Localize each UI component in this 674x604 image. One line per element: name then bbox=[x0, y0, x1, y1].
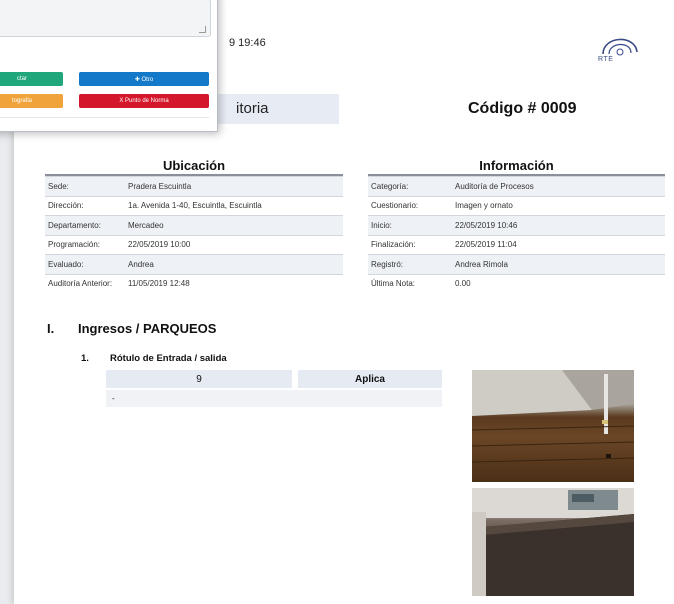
item-number: 1. bbox=[81, 353, 89, 364]
row-label: Última Nota: bbox=[368, 273, 452, 293]
row-value: Auditoría de Procesos bbox=[452, 176, 665, 196]
item-title: Rótulo de Entrada / salida bbox=[110, 353, 227, 364]
row-label: Inicio: bbox=[368, 215, 452, 235]
status-cell: Aplica bbox=[298, 370, 442, 388]
punto-de-norma-button[interactable]: X Punto de Norma bbox=[79, 94, 209, 108]
row-label: Cuestionario: bbox=[368, 195, 452, 216]
row-value: Mercadeo bbox=[125, 215, 343, 235]
table-row: Auditoría Anterior: 11/05/2019 12:48 bbox=[45, 273, 343, 293]
row-value: 0.00 bbox=[452, 273, 665, 293]
overlay-dialog[interactable]: ctar ✚ Otro tografia X Punto de Norma bbox=[0, 0, 218, 132]
table-row: Categoría: Auditoría de Procesos bbox=[368, 176, 665, 196]
table-row: Registró: Andrea Rimola bbox=[368, 254, 665, 274]
report-timestamp: 9 19:46 bbox=[229, 37, 266, 49]
logo-text: RTE bbox=[598, 56, 614, 63]
table-row: Departamento: Mercadeo bbox=[45, 215, 343, 235]
row-value: Imagen y ornato bbox=[452, 195, 665, 216]
row-value: Pradera Escuintla bbox=[125, 176, 343, 196]
comment-textarea[interactable] bbox=[0, 0, 211, 37]
row-label: Departamento: bbox=[45, 215, 125, 235]
row-label: Sede: bbox=[45, 176, 125, 196]
otro-button[interactable]: ✚ Otro bbox=[79, 72, 209, 86]
report-code: Código # 0009 bbox=[468, 100, 577, 117]
table-row: Inicio: 22/05/2019 10:46 bbox=[368, 215, 665, 235]
resize-grip-icon[interactable] bbox=[199, 26, 206, 33]
row-label: Dirección: bbox=[45, 195, 125, 216]
table-row: Sede: Pradera Escuintla bbox=[45, 176, 343, 196]
table-row: Programación: 22/05/2019 10:00 bbox=[45, 234, 343, 255]
section-title: Ingresos / PARQUEOS bbox=[78, 321, 217, 336]
table-row: Finalización: 22/05/2019 11:04 bbox=[368, 234, 665, 255]
informacion-table: Categoría: Auditoría de Procesos Cuestion… bbox=[368, 176, 665, 293]
desk-photo bbox=[472, 488, 634, 596]
row-value: 22/05/2019 11:04 bbox=[452, 234, 665, 255]
informacion-heading: Información bbox=[479, 158, 554, 173]
dialog-footer bbox=[0, 117, 209, 124]
row-label: Evaluado: bbox=[45, 254, 125, 274]
row-value: 11/05/2019 12:48 bbox=[125, 273, 343, 293]
table-row: Evaluado: Andrea bbox=[45, 254, 343, 274]
row-label: Programación: bbox=[45, 234, 125, 255]
observation-cell: - bbox=[106, 390, 442, 407]
wood-floor-photo bbox=[472, 370, 634, 482]
score-cell: 9 bbox=[106, 370, 292, 388]
ubicacion-heading: Ubicación bbox=[162, 158, 226, 173]
table-row: Cuestionario: Imagen y ornato bbox=[368, 195, 665, 216]
row-value: 1a. Avenida 1-40, Escuintla, Escuintla bbox=[125, 195, 343, 216]
section-number: I. bbox=[47, 321, 55, 336]
company-logo bbox=[602, 38, 638, 56]
row-value: Andrea bbox=[125, 254, 343, 274]
row-label: Finalización: bbox=[368, 234, 452, 255]
row-value: 22/05/2019 10:46 bbox=[452, 215, 665, 235]
row-label: Categoría: bbox=[368, 176, 452, 196]
table-row: Dirección: 1a. Avenida 1-40, Escuintla, E… bbox=[45, 195, 343, 216]
row-value: Andrea Rimola bbox=[452, 254, 665, 274]
table-row: Última Nota: 0.00 bbox=[368, 273, 665, 293]
row-label: Auditoría Anterior: bbox=[45, 273, 125, 293]
row-value: 22/05/2019 10:00 bbox=[125, 234, 343, 255]
ubicacion-table: Sede: Pradera Escuintla Dirección: 1a. Ave… bbox=[45, 176, 343, 293]
row-label: Registró: bbox=[368, 254, 452, 274]
report-title-box bbox=[214, 94, 339, 124]
report-title: itoria bbox=[236, 100, 269, 117]
green-action-button[interactable]: ctar bbox=[0, 72, 63, 86]
fotografia-button[interactable]: tografia bbox=[0, 94, 63, 108]
